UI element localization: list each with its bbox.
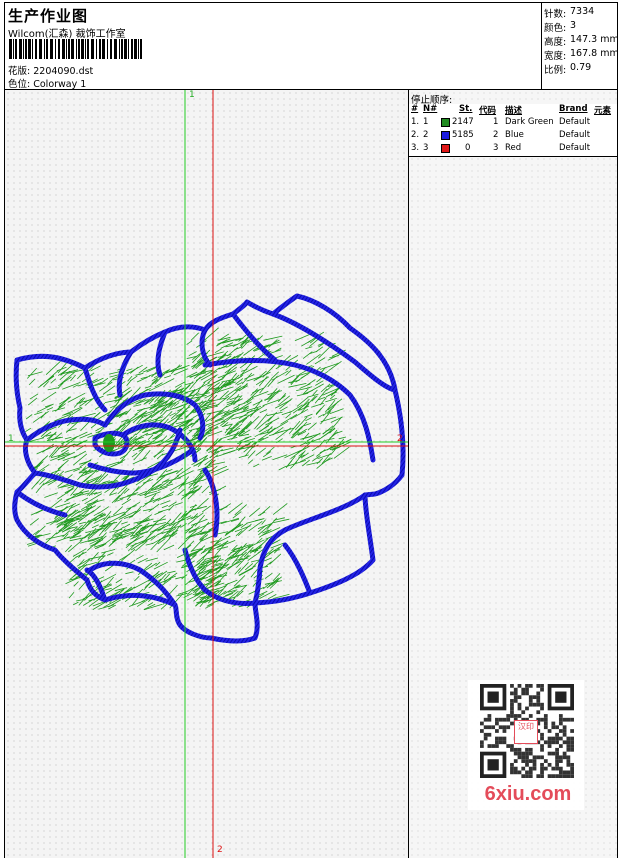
col-brand: Brand: [559, 104, 588, 114]
company-name: Wilcom(汇森) 裁饰工作室: [8, 29, 126, 40]
stat-label: 高度:: [544, 37, 567, 48]
watermark: 汉印 6xiu.com: [468, 680, 584, 810]
header: 生产作业图 Wilcom(汇森) 裁饰工作室 花版: 2204090.dst 色…: [5, 3, 619, 90]
guide-label-2: 2: [217, 845, 223, 855]
row-code: 2: [493, 130, 499, 140]
stat-width: 宽度: 167.8 mm: [544, 48, 619, 62]
row-brand: Default: [559, 130, 591, 140]
col-code: 代码: [479, 106, 497, 116]
row-brand: Default: [559, 117, 591, 127]
stat-label: 颜色:: [544, 23, 567, 34]
col-stitches: St.: [459, 104, 473, 114]
row-desc: Blue: [505, 130, 524, 140]
stat-scale: 比例: 0.79: [544, 62, 591, 76]
row-code: 3: [493, 143, 499, 153]
colorway-row: 色位: Colorway 1: [8, 76, 86, 90]
colorway-value: Colorway 1: [33, 79, 87, 90]
guide-label-1: 1: [189, 90, 195, 100]
stop-sequence-table: # N# St. 代码 描述 Brand 元素 1. 1 2147 1 Dark…: [409, 104, 617, 157]
stat-value: 147.3 mm: [570, 34, 619, 45]
col-num: #: [411, 104, 419, 114]
color-swatch: [441, 118, 450, 127]
guide-label-1-h: 1: [8, 434, 14, 444]
stat-value: 3: [570, 20, 577, 31]
stat-label: 针数:: [544, 9, 567, 20]
color-swatch: [441, 131, 450, 140]
stat-value: 0.79: [570, 62, 592, 73]
row-stitches: 2147: [452, 117, 474, 127]
stat-value: 167.8 mm: [570, 48, 619, 59]
col-n: N#: [423, 104, 438, 114]
stat-colors: 颜色: 3: [544, 20, 576, 34]
guide-label-2-h: 2: [397, 434, 403, 444]
row-code: 1: [493, 117, 499, 127]
stamp-logo: 汉印: [514, 720, 538, 744]
row-n: 1: [423, 117, 429, 127]
row-n: 3: [423, 143, 429, 153]
row-desc: Dark Green: [505, 117, 554, 127]
barcode: [9, 39, 142, 59]
row-num: 2.: [411, 130, 420, 140]
colorway-label: 色位:: [8, 79, 31, 90]
stat-label: 宽度:: [544, 51, 567, 62]
rose-embroidery: [5, 90, 408, 858]
design-file-row: 花版: 2204090.dst: [8, 63, 93, 77]
row-stitches: 0: [465, 143, 471, 153]
stat-label: 比例:: [544, 65, 567, 76]
design-stats: 针数: 7334 颜色: 3 高度: 147.3 mm 宽度: 167.8 mm 比例:…: [542, 3, 619, 89]
sheet-title: 生产作业图: [8, 7, 89, 25]
row-n: 2: [423, 130, 429, 140]
table-row[interactable]: 2. 2 5185 2 Blue Default: [409, 130, 617, 142]
header-info: 生产作业图 Wilcom(汇森) 裁饰工作室 花版: 2204090.dst 色…: [5, 3, 542, 90]
blue-satin-outline: [12, 293, 406, 644]
stat-value: 7334: [570, 6, 595, 17]
col-element: 元素: [594, 106, 612, 116]
row-num: 1.: [411, 117, 420, 127]
design-canvas[interactable]: 1 2 1 2: [5, 90, 409, 858]
table-row[interactable]: 1. 1 2147 1 Dark Green Default: [409, 117, 617, 129]
rose-center: [103, 434, 115, 452]
row-desc: Red: [505, 143, 522, 153]
row-brand: Default: [559, 143, 591, 153]
color-swatch: [441, 144, 450, 153]
watermark-text: 6xiu.com: [484, 783, 572, 805]
stat-height: 高度: 147.3 mm: [544, 34, 619, 48]
row-num: 3.: [411, 143, 420, 153]
row-stitches: 5185: [452, 130, 474, 140]
col-desc: 描述: [505, 106, 523, 116]
stat-stitches: 针数: 7334: [544, 6, 594, 20]
table-row[interactable]: 3. 3 0 3 Red Default: [409, 143, 617, 155]
